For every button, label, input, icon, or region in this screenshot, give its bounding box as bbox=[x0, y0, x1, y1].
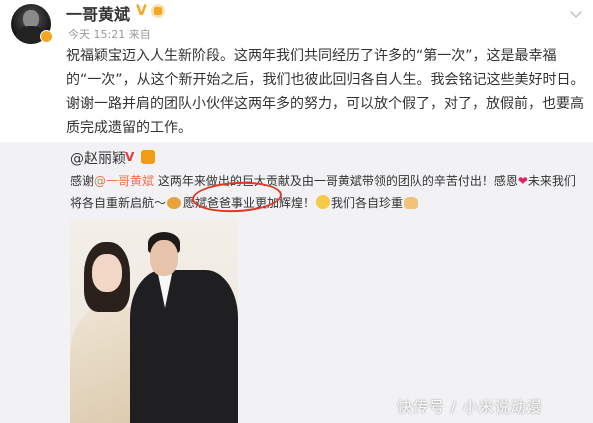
photo-suit bbox=[130, 270, 238, 423]
clap-emoji-icon bbox=[404, 197, 419, 209]
vip-v-icon: V bbox=[136, 3, 147, 19]
repost-author[interactable]: @赵丽颖 bbox=[70, 148, 126, 168]
mention-link[interactable]: @一哥黄斌 bbox=[94, 174, 154, 188]
repost-text: 感谢@一哥黄斌 这两年来做出的巨大贡献及由一哥黄斌带领的团队的辛苦付出！感恩❤未… bbox=[70, 170, 580, 214]
bear-emoji-icon bbox=[167, 197, 182, 209]
post-text: 祝福颖宝迈入人生新阶段。这两年我们共同经历了许多的“第一次”，这是最幸福的“一次… bbox=[66, 48, 585, 136]
vip-gift-icon bbox=[141, 150, 155, 164]
vip-v-icon: V bbox=[125, 150, 135, 164]
repost-block[interactable]: @赵丽颖 V 感谢@一哥黄斌 这两年来做出的巨大贡献及由一哥黄斌带领的团队的辛苦… bbox=[0, 142, 593, 423]
post-timestamp: 今天 15:21 来自 bbox=[68, 28, 151, 41]
watermark: 快传号 / 小米说动漫 bbox=[397, 398, 543, 416]
chevron-down-icon[interactable] bbox=[570, 6, 582, 18]
repost-text-part: 我们各自珍重 bbox=[331, 196, 404, 210]
photo-face bbox=[150, 240, 178, 276]
weibo-post: 一哥黄斌 V 今天 15:21 来自 祝福颖宝迈入人生新阶段。这两年我们共同经历… bbox=[0, 0, 593, 142]
repost-text-part: 感谢 bbox=[70, 174, 95, 188]
couple-photo[interactable] bbox=[70, 220, 238, 423]
verified-badge-icon bbox=[40, 30, 53, 43]
photo-face bbox=[92, 254, 122, 292]
post-username[interactable]: 一哥黄斌 bbox=[66, 1, 130, 25]
vip-crown-icon bbox=[151, 4, 165, 18]
smile-emoji-icon bbox=[316, 195, 331, 209]
heart-icon: ❤ bbox=[517, 174, 528, 188]
